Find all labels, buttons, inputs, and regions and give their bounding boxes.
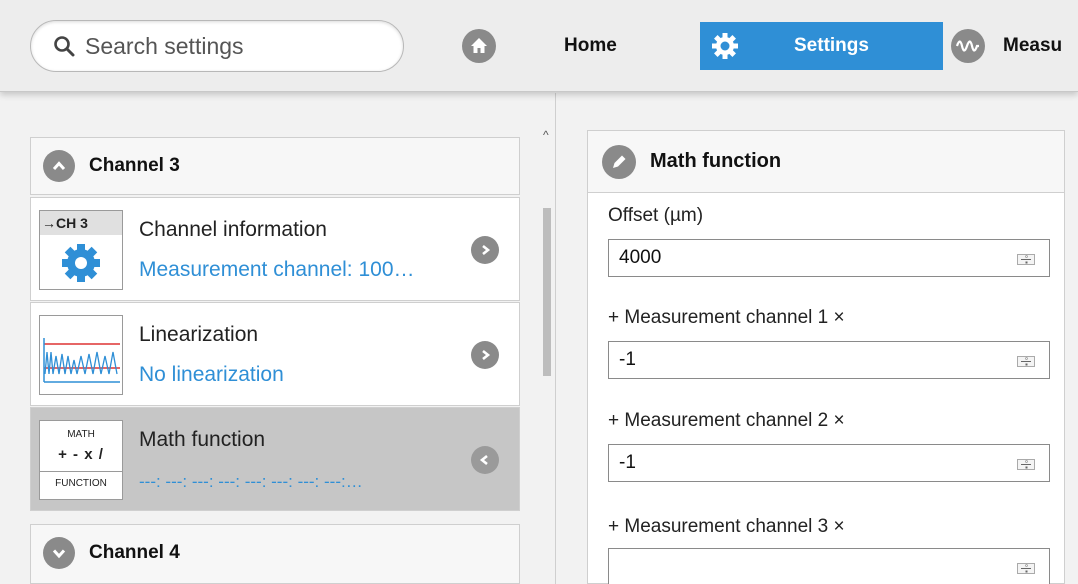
spinner-icon[interactable] [1017, 563, 1035, 574]
group-title: Channel 3 [89, 155, 180, 176]
item-subtitle: Measurement channel: 100… [139, 258, 415, 281]
tab-settings[interactable]: Settings [700, 22, 943, 70]
item-name: Math function [139, 428, 266, 451]
thumb-mid-label: + - x / [58, 446, 104, 463]
chevron-up-icon [43, 150, 75, 182]
thumb-label: →CH 3 [40, 211, 122, 235]
scroll-up-icon[interactable]: ^ [543, 128, 549, 142]
math-function-panel: Math function Offset (µm) + Measurement … [587, 130, 1065, 584]
item-subtitle: No linearization [139, 363, 284, 386]
search-input[interactable] [85, 32, 385, 60]
tab-home[interactable]: Home [458, 22, 698, 70]
group-channel-3[interactable]: Channel 3 [30, 137, 520, 195]
tab-settings-label: Settings [794, 35, 869, 56]
item-subtitle: ---: ---: ---: ---: ---: ---: ---: ---:… [139, 472, 363, 491]
list-item-channel-information[interactable]: →CH 3 Channel information Measurement ch… [30, 197, 520, 301]
chevron-right-icon[interactable] [471, 236, 499, 264]
thumb-top-label: MATH [67, 429, 95, 440]
panel-header: Math function [588, 131, 1064, 193]
thumb-bottom-label: FUNCTION [40, 471, 122, 489]
channel-thumbnail-icon: →CH 3 [39, 210, 123, 290]
item-name: Linearization [139, 323, 259, 346]
panel-title: Math function [650, 150, 782, 172]
list-item-math-function[interactable]: MATH + - x / FUNCTION Math function ---:… [30, 407, 520, 511]
chevron-down-icon [43, 537, 75, 569]
spinner-icon[interactable] [1017, 356, 1035, 367]
channel-1-factor-input[interactable] [609, 342, 989, 378]
channel-2-factor-input[interactable] [609, 445, 989, 481]
group-channel-4[interactable]: Channel 4 [30, 524, 520, 584]
gear-icon [708, 29, 742, 63]
channel-2-factor-label: + Measurement channel 2 × [608, 410, 845, 431]
chevron-right-icon[interactable] [471, 341, 499, 369]
left-scrollbar[interactable]: ^ [540, 128, 554, 584]
item-name: Channel information [139, 218, 327, 241]
offset-input[interactable] [609, 240, 989, 276]
spinner-icon[interactable] [1017, 459, 1035, 470]
waveform-icon [951, 29, 985, 63]
home-icon [462, 29, 496, 63]
linearization-graph-icon [39, 315, 123, 395]
tab-measure-label: Measu [1003, 35, 1063, 56]
channel-3-factor-label: + Measurement channel 3 × [608, 516, 845, 537]
tab-measure[interactable]: Measu [943, 22, 1078, 70]
chevron-left-icon[interactable] [471, 446, 499, 474]
offset-label: Offset (µm) [608, 205, 704, 226]
list-item-linearization[interactable]: Linearization No linearization [30, 302, 520, 406]
search-icon [54, 36, 75, 57]
channel-2-factor-field[interactable] [608, 444, 1050, 482]
channel-1-factor-field[interactable] [608, 341, 1050, 379]
scrollbar-thumb[interactable] [543, 208, 551, 376]
spinner-icon[interactable] [1017, 254, 1035, 265]
top-bar: Home Settings [0, 0, 1078, 92]
tab-home-label: Home [564, 35, 617, 56]
group-title: Channel 4 [89, 542, 180, 563]
channel-3-factor-input[interactable] [609, 549, 989, 584]
offset-field[interactable] [608, 239, 1050, 277]
pencil-icon [602, 144, 636, 179]
math-function-thumbnail-icon: MATH + - x / FUNCTION [39, 420, 123, 500]
search-box[interactable] [30, 20, 404, 72]
channel-3-factor-field[interactable] [608, 548, 1050, 584]
channel-1-factor-label: + Measurement channel 1 × [608, 307, 845, 328]
